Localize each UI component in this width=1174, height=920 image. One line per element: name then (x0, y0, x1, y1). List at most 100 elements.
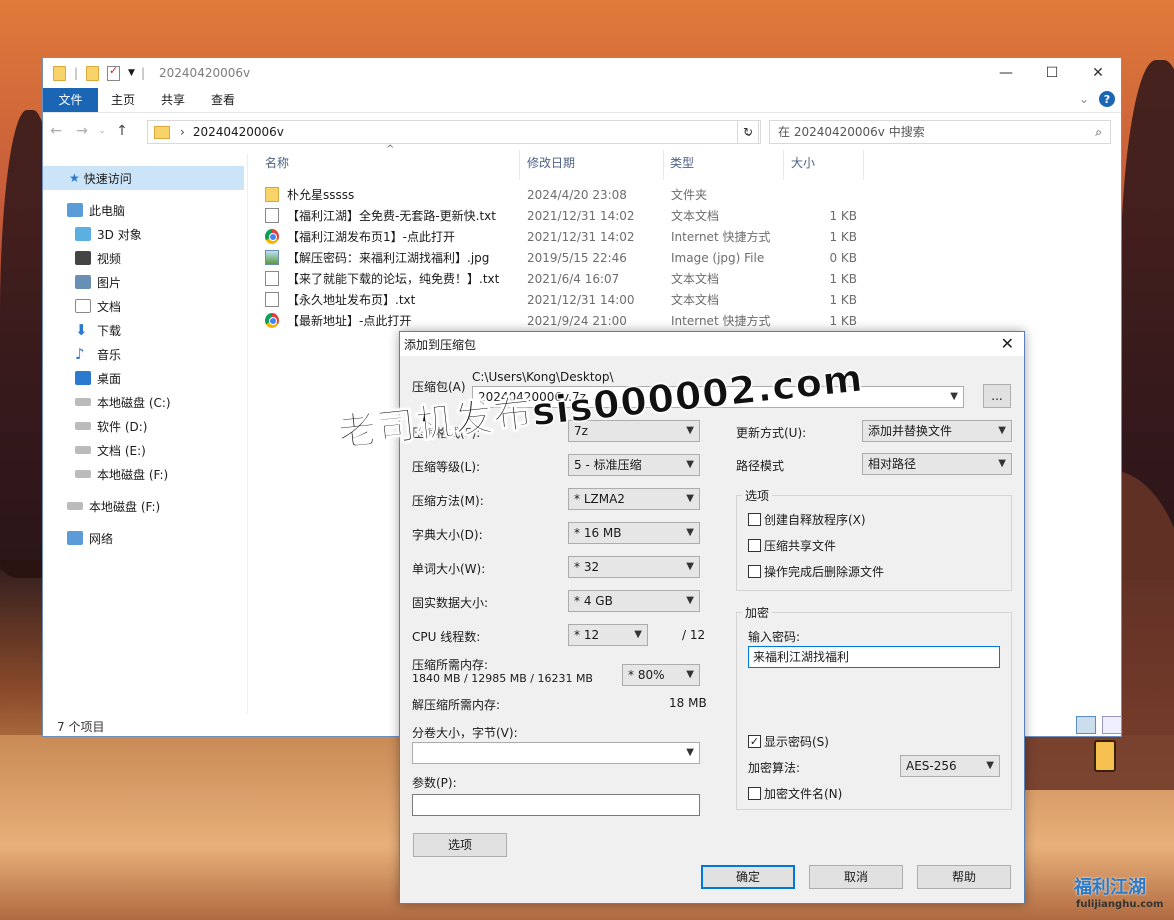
cpu-threads-select[interactable]: * 12 ▼ (568, 624, 648, 646)
maximize-button[interactable]: ☐ (1029, 58, 1075, 88)
up-icon[interactable]: ↑ (109, 123, 135, 139)
refresh-icon[interactable]: ↻ (737, 120, 759, 144)
update-mode-select[interactable]: 添加并替换文件 ▼ (862, 420, 1012, 442)
path-mode-select[interactable]: 相对路径 ▼ (862, 453, 1012, 475)
browse-button[interactable]: ... (983, 384, 1011, 408)
password-input[interactable]: 来福利江湖找福利 (748, 646, 1000, 668)
minimize-button[interactable]: — (983, 58, 1029, 88)
nav-3d-objects[interactable]: 3D 对象 (75, 222, 142, 246)
recent-dropdown-icon[interactable]: ⌄ (95, 126, 109, 136)
nav-downloads[interactable]: ⬇ 下载 (75, 318, 121, 342)
options-button[interactable]: 选项 (413, 833, 507, 857)
file-row[interactable]: 【福利江湖】全免费-无套路-更新快.txt 2021/12/31 14:02 文… (265, 205, 865, 226)
tab-share[interactable]: 共享 (148, 88, 198, 112)
search-input[interactable]: 在 20240420006v 中搜索 ⌕ (769, 120, 1111, 144)
status-item-count: 7 个项目 (57, 720, 105, 734)
file-row[interactable]: 【福利江湖发布页1】-点此打开 2021/12/31 14:02 Interne… (265, 226, 865, 247)
delete-after-checkbox[interactable]: 操作完成后删除源文件 (748, 563, 884, 580)
help-button[interactable]: 帮助 (917, 865, 1011, 889)
dialog-title-bar: 添加到压缩包 ✕ (400, 332, 1024, 356)
ok-button[interactable]: 确定 (701, 865, 795, 889)
file-size: 1 KB (829, 313, 857, 328)
file-row[interactable]: 【永久地址发布页】.txt 2021/12/31 14:00 文本文档 1 KB (265, 289, 865, 310)
nav-music[interactable]: ♪ 音乐 (75, 342, 121, 366)
file-row[interactable]: 【最新地址】-点此打开 2021/9/24 21:00 Internet 快捷方… (265, 310, 865, 331)
nav-desktop[interactable]: 桌面 (75, 366, 121, 390)
create-sfx-checkbox[interactable]: 创建自释放程序(X) (748, 511, 866, 528)
file-row[interactable]: 朴允星sssss 2024/4/20 23:08 文件夹 (265, 184, 865, 205)
dialog-close-icon[interactable]: ✕ (1001, 334, 1014, 353)
show-password-checkbox[interactable]: ✓ 显示密码(S) (748, 733, 829, 750)
sort-ascending-icon: ^ (386, 144, 395, 155)
address-text: 20240420006v (192, 125, 284, 139)
dictionary-select[interactable]: * 16 MB ▼ (568, 522, 700, 544)
file-size: 1 KB (829, 229, 857, 244)
nav-documents[interactable]: 文档 (75, 294, 121, 318)
cancel-button[interactable]: 取消 (809, 865, 903, 889)
encrypt-filenames-checkbox[interactable]: 加密文件名(N) (748, 785, 842, 802)
column-header-type[interactable]: 类型 (670, 154, 694, 176)
checkbox-label: 加密文件名(N) (764, 787, 843, 801)
cube-icon (75, 227, 91, 241)
back-icon[interactable]: ← (43, 123, 69, 139)
compress-shared-checkbox[interactable]: 压缩共享文件 (748, 537, 836, 554)
nav-drive-d[interactable]: 软件 (D:) (75, 414, 147, 438)
column-header-name[interactable]: 名称 (265, 154, 289, 176)
details-view-icon[interactable] (1076, 716, 1096, 734)
column-header-size[interactable]: 大小 (791, 154, 815, 176)
drive-icon (75, 422, 91, 430)
forward-icon[interactable]: → (69, 123, 95, 139)
encryption-method-select[interactable]: AES-256 ▼ (900, 755, 1000, 777)
tab-file[interactable]: 文件 (43, 88, 98, 112)
nav-drive-c[interactable]: 本地磁盘 (C:) (75, 390, 171, 414)
method-select[interactable]: * LZMA2 ▼ (568, 488, 700, 510)
column-divider[interactable] (663, 150, 664, 180)
nav-network[interactable]: 网络 (67, 526, 113, 550)
download-icon: ⬇ (75, 321, 88, 339)
nav-this-pc[interactable]: 此电脑 (67, 198, 125, 222)
expand-ribbon-icon[interactable]: ⌄ (1079, 92, 1089, 106)
nav-quick-access[interactable]: ★ 快速访问 (43, 166, 244, 190)
properties-icon[interactable] (107, 64, 121, 81)
checkbox-box (748, 539, 761, 552)
desktop-icon (75, 371, 91, 385)
level-select[interactable]: 5 - 标准压缩 ▼ (568, 454, 700, 476)
dictionary-value: * 16 MB (574, 526, 622, 540)
checkbox-box (748, 787, 761, 800)
chrome-icon (265, 229, 279, 244)
file-row[interactable]: 【来了就能下载的论坛，纯免费！】.txt 2021/6/4 16:07 文本文档… (265, 268, 865, 289)
nav-drive-e[interactable]: 文档 (E:) (75, 438, 146, 462)
parameters-input[interactable] (412, 794, 700, 816)
close-button[interactable]: ✕ (1075, 58, 1121, 88)
nav-label: 下载 (97, 323, 122, 338)
memory-percent-select[interactable]: * 80% ▼ (622, 664, 700, 686)
quick-access-dropdown-icon[interactable]: ▼ (128, 68, 135, 78)
nav-drive-f-root[interactable]: 本地磁盘 (F:) (67, 494, 160, 518)
text-file-icon (265, 271, 279, 286)
nav-pictures[interactable]: 图片 (75, 270, 121, 294)
nav-videos[interactable]: 视频 (75, 246, 121, 270)
split-volume-label: 分卷大小，字节(V): (412, 726, 518, 740)
help-icon[interactable]: ? (1099, 91, 1115, 107)
column-divider[interactable] (783, 150, 784, 180)
chevron-down-icon: ▼ (686, 527, 694, 538)
column-divider[interactable] (519, 150, 520, 180)
word-size-select[interactable]: * 32 ▼ (568, 556, 700, 578)
nav-label: 快速访问 (83, 171, 132, 186)
checkbox-label: 操作完成后删除源文件 (764, 565, 885, 579)
tab-home[interactable]: 主页 (98, 88, 148, 112)
split-volume-select[interactable]: ▼ (412, 742, 700, 764)
address-bar[interactable]: › 20240420006v ⌄ (147, 120, 761, 144)
column-header-date[interactable]: 修改日期 (527, 154, 575, 176)
nav-drive-f[interactable]: 本地磁盘 (F:) (75, 462, 168, 486)
path-mode-value: 相对路径 (868, 457, 917, 471)
file-name: 朴允星sssss (287, 188, 355, 202)
solid-block-select[interactable]: * 4 GB ▼ (568, 590, 700, 612)
nav-label: 本地磁盘 (F:) (89, 499, 161, 514)
new-folder-icon[interactable] (86, 65, 100, 81)
music-icon: ♪ (75, 345, 85, 363)
tab-view[interactable]: 查看 (198, 88, 248, 112)
large-icons-view-icon[interactable] (1102, 716, 1122, 734)
column-divider[interactable] (863, 150, 864, 180)
file-row[interactable]: 【解压密码：来福利江湖找福利】.jpg 2019/5/15 22:46 Imag… (265, 247, 865, 268)
